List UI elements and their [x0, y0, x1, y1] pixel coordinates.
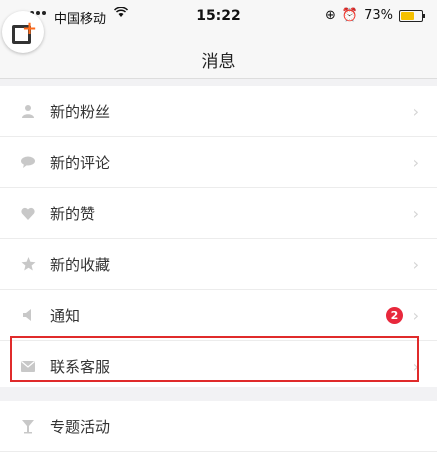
app-logo-icon[interactable]: + [2, 11, 44, 53]
chevron-right-icon: › [412, 203, 419, 223]
menu-item-label: 新的赞 [50, 204, 96, 223]
chevron-right-icon: › [412, 305, 419, 325]
heart-icon [20, 205, 36, 221]
menu-item-notifications[interactable]: 通知 2 › [0, 290, 437, 341]
chevron-right-icon: › [412, 101, 419, 121]
status-bar: 中国移动 15:22 ⊕ ⏰ 73% [0, 0, 437, 36]
speaker-icon [20, 307, 36, 323]
highlight-box [10, 336, 419, 382]
trophy-icon [20, 418, 36, 434]
menu-item-label: 专题活动 [50, 417, 111, 436]
comment-icon [20, 154, 36, 170]
lock-rotation-icon: ⊕ [325, 8, 336, 23]
section-divider [0, 387, 437, 401]
menu-item-new-comments[interactable]: 新的评论 › [0, 137, 437, 188]
person-icon [20, 103, 36, 119]
menu-item-label: 新的评论 [50, 153, 111, 172]
page-title: 消息 [201, 52, 236, 72]
alarm-icon: ⏰ [341, 8, 359, 23]
nav-bar: 消息 [0, 36, 437, 79]
menu-item-new-favorites[interactable]: 新的收藏 › [0, 239, 437, 290]
status-right: ⊕ ⏰ 73% [325, 8, 425, 23]
menu-item-label: 通知 [50, 306, 81, 325]
battery-percent: 73% [364, 8, 393, 23]
unread-badge: 2 [386, 306, 403, 324]
chevron-right-icon: › [412, 152, 419, 172]
menu-item-new-likes[interactable]: 新的赞 › [0, 188, 437, 239]
chevron-right-icon: › [412, 254, 419, 274]
menu-item-new-followers[interactable]: 新的粉丝 › [0, 86, 437, 137]
star-icon [20, 256, 36, 272]
battery-icon [399, 9, 425, 22]
menu-item-label: 新的粉丝 [50, 102, 111, 121]
menu-item-special-events[interactable]: 专题活动 [0, 401, 437, 452]
menu-item-label: 新的收藏 [50, 255, 111, 274]
activity-menu-list: 专题活动 [0, 401, 437, 452]
